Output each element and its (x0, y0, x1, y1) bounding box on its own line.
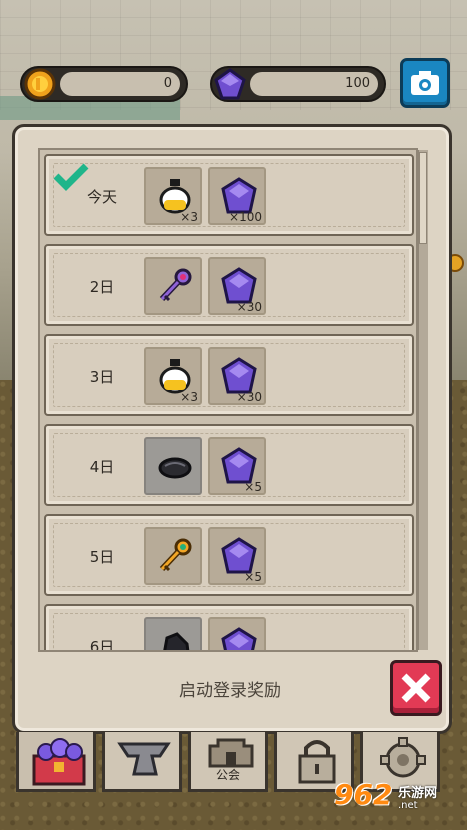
potion-icon (159, 359, 191, 394)
reward-qty: ×5 (244, 570, 262, 584)
coal-ore-icon (158, 457, 192, 479)
gem-counter: 100 (210, 66, 386, 102)
gem-amount: 100 (345, 76, 370, 91)
reward-slot: ×3 (144, 167, 202, 225)
day-label: 今天 (86, 188, 117, 206)
reward-slot (208, 617, 266, 650)
watermark-url: .net (398, 800, 418, 811)
purple-gem-icon (221, 627, 257, 650)
login-reward-title: 启动登录奖励 (179, 681, 281, 701)
purple-key-icon (159, 268, 192, 302)
day-label: 4日 (89, 458, 115, 476)
reward-slot: ×30 (208, 257, 266, 315)
reward-slot: ×3 (144, 347, 202, 405)
gold-counter: 0 (20, 66, 188, 102)
potion-icon (159, 179, 191, 214)
tab-label: 公会 (215, 768, 240, 782)
guild-tab[interactable]: 公会 (188, 732, 268, 792)
reward-slot: ×5 (208, 437, 266, 495)
watermark-site: 乐游网 (398, 786, 438, 801)
site-watermark: 962 乐游网 .net (326, 776, 462, 820)
purple-gem-icon (221, 447, 257, 484)
reward-qty: ×3 (180, 390, 198, 404)
purple-gem-icon (221, 267, 257, 304)
close-icon (401, 673, 431, 703)
day-label: 2日 (89, 278, 115, 296)
reward-slot (144, 437, 202, 495)
camera-icon (411, 71, 439, 95)
treasure-chest-tab[interactable] (16, 732, 96, 792)
anvil-tab[interactable] (102, 732, 182, 792)
day-label: 3日 (89, 368, 115, 386)
anvil-icon (117, 742, 171, 776)
purple-gem-icon (221, 357, 257, 394)
reward-slot: ×30 (208, 347, 266, 405)
day-label: 5日 (89, 548, 115, 566)
black-ore-icon (163, 632, 190, 650)
gold-amount: 0 (163, 76, 172, 91)
close-button[interactable] (390, 660, 442, 716)
reward-slot (144, 527, 202, 585)
reward-row-day6: 6日 (44, 604, 414, 652)
reward-slot (144, 257, 202, 315)
reward-row-today: 今天 ×3 ×100 (44, 154, 414, 236)
reward-slot (144, 617, 202, 650)
gold-key-icon (159, 538, 192, 572)
screenshot-button[interactable] (400, 58, 450, 108)
treasure-chest-icon (32, 738, 86, 786)
checkmark-icon (53, 163, 89, 191)
day-label: 6日 (89, 638, 115, 652)
reward-row-day4: 4日 ×5 (44, 424, 414, 506)
reward-row-day5: 5日 ×5 (44, 514, 414, 596)
reward-slot: ×100 (208, 167, 266, 225)
reward-qty: ×5 (244, 480, 262, 494)
reward-qty: ×30 (236, 300, 262, 314)
reward-list[interactable]: 今天 ×3 ×100 2日 ×30 3日 ×3 ×30 4日 ×5 5日 ×5 … (38, 148, 418, 652)
reward-qty: ×30 (236, 390, 262, 404)
gold-coin-icon (24, 68, 56, 100)
reward-slot: ×5 (208, 527, 266, 585)
purple-gem-icon (221, 537, 257, 574)
reward-qty: ×100 (229, 210, 262, 224)
reward-row-day3: 3日 ×3 ×30 (44, 334, 414, 416)
scrollbar-thumb[interactable] (419, 152, 427, 244)
reward-row-day2: 2日 ×30 (44, 244, 414, 326)
purple-gem-icon (214, 68, 246, 100)
reward-qty: ×3 (180, 210, 198, 224)
watermark-number: 962 (334, 778, 393, 811)
purple-gem-icon (221, 177, 257, 214)
